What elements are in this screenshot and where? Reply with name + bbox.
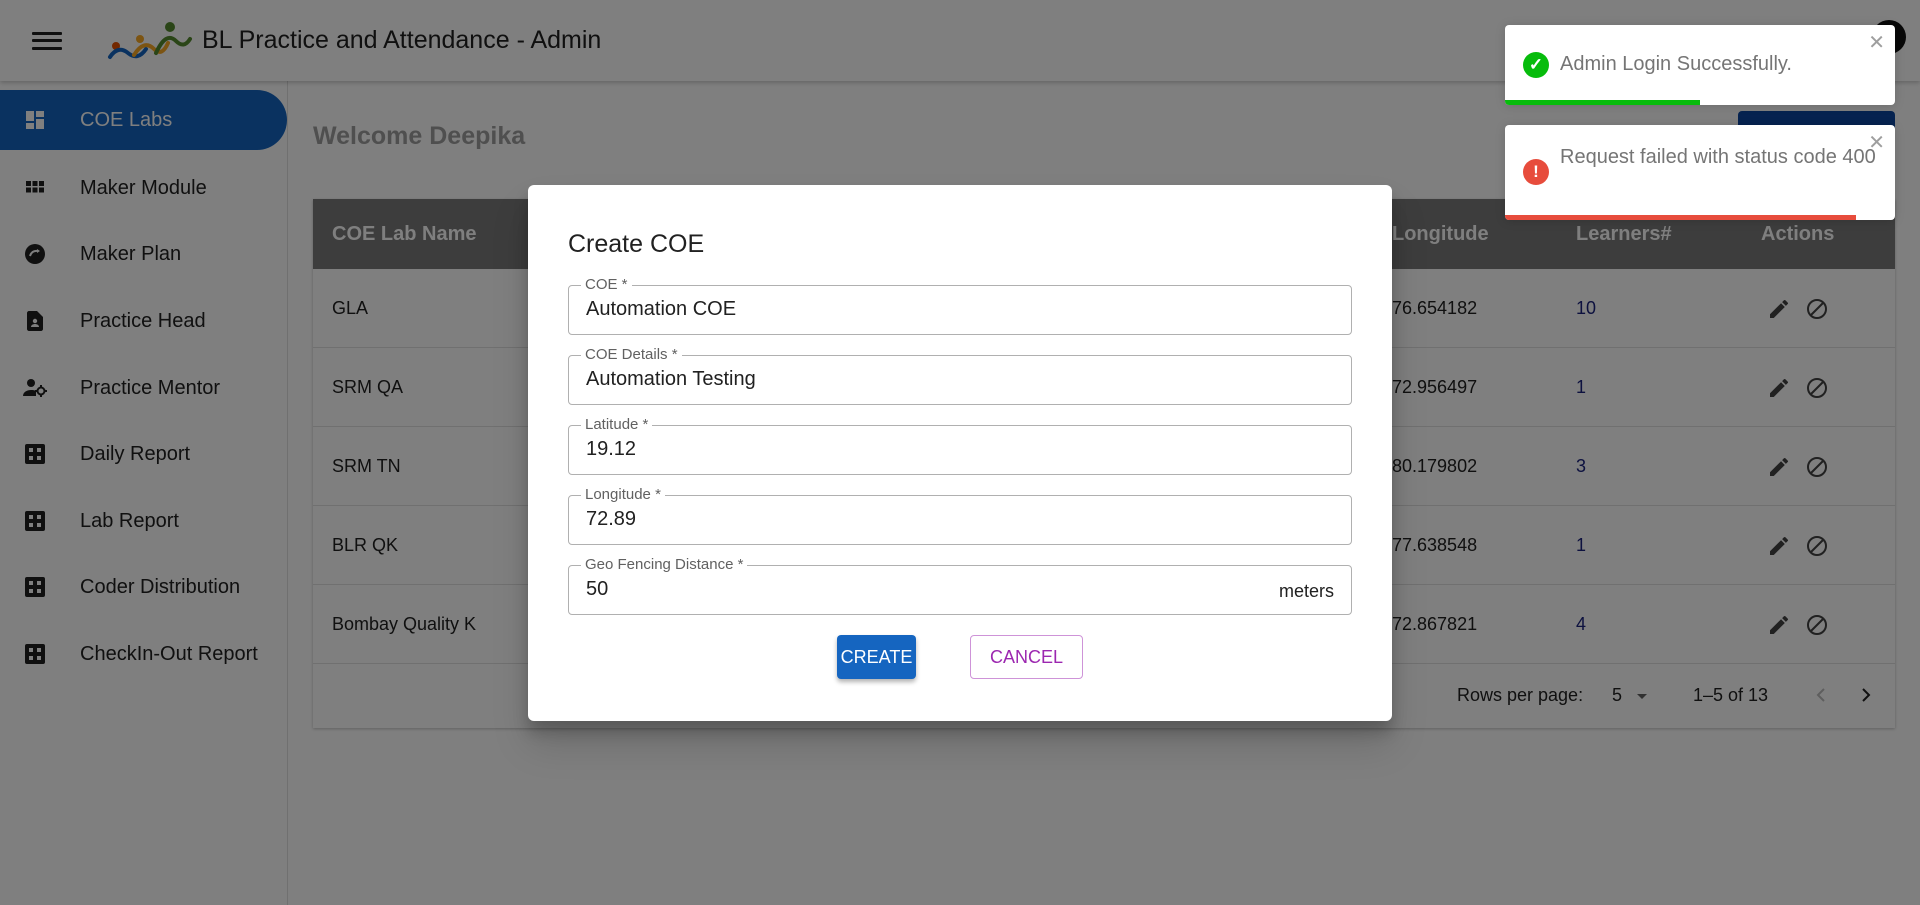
cancel-button[interactable]: CANCEL (970, 635, 1083, 679)
coe-details-input[interactable]: Automation Testing (586, 368, 1286, 391)
create-button[interactable]: CREATE (837, 635, 916, 679)
error-icon: ! (1523, 159, 1549, 185)
coe-field[interactable]: COE * Automation COE (568, 277, 1352, 335)
geo-fencing-distance-field-label: Geo Fencing Distance * (581, 557, 748, 573)
coe-field-label: COE * (581, 277, 632, 293)
coe-details-field[interactable]: COE Details * Automation Testing (568, 347, 1352, 405)
check-circle-icon: ✓ (1523, 52, 1549, 78)
toast-progress-bar (1505, 215, 1856, 220)
toast-error[interactable]: ! Request failed with status code 400 ✕ (1505, 125, 1895, 220)
coe-details-field-label: COE Details * (581, 347, 682, 363)
longitude-field[interactable]: Longitude * 72.89 (568, 487, 1352, 545)
dialog-title: Create COE (568, 230, 705, 258)
toast-progress-bar (1505, 100, 1700, 105)
latitude-input[interactable]: 19.12 (586, 438, 1286, 461)
coe-input[interactable]: Automation COE (586, 298, 1286, 321)
unit-adornment: meters (1278, 581, 1334, 601)
geo-fencing-distance-input[interactable]: 50 (586, 578, 1286, 601)
close-icon[interactable]: ✕ (1868, 33, 1885, 53)
toast-success[interactable]: ✓ Admin Login Successfully. ✕ (1505, 25, 1895, 105)
latitude-field[interactable]: Latitude * 19.12 (568, 417, 1352, 475)
longitude-field-label: Longitude * (581, 487, 665, 503)
longitude-input[interactable]: 72.89 (586, 508, 1286, 531)
toast-message: Admin Login Successfully. (1560, 53, 1792, 75)
create-coe-dialog: Create COE COE * Automation COE COE Deta… (528, 185, 1392, 721)
geo-fencing-distance-field[interactable]: Geo Fencing Distance * 50 meters (568, 557, 1352, 615)
latitude-field-label: Latitude * (581, 417, 653, 433)
toast-message: Request failed with status code 400 (1560, 146, 1876, 168)
close-icon[interactable]: ✕ (1868, 133, 1885, 153)
